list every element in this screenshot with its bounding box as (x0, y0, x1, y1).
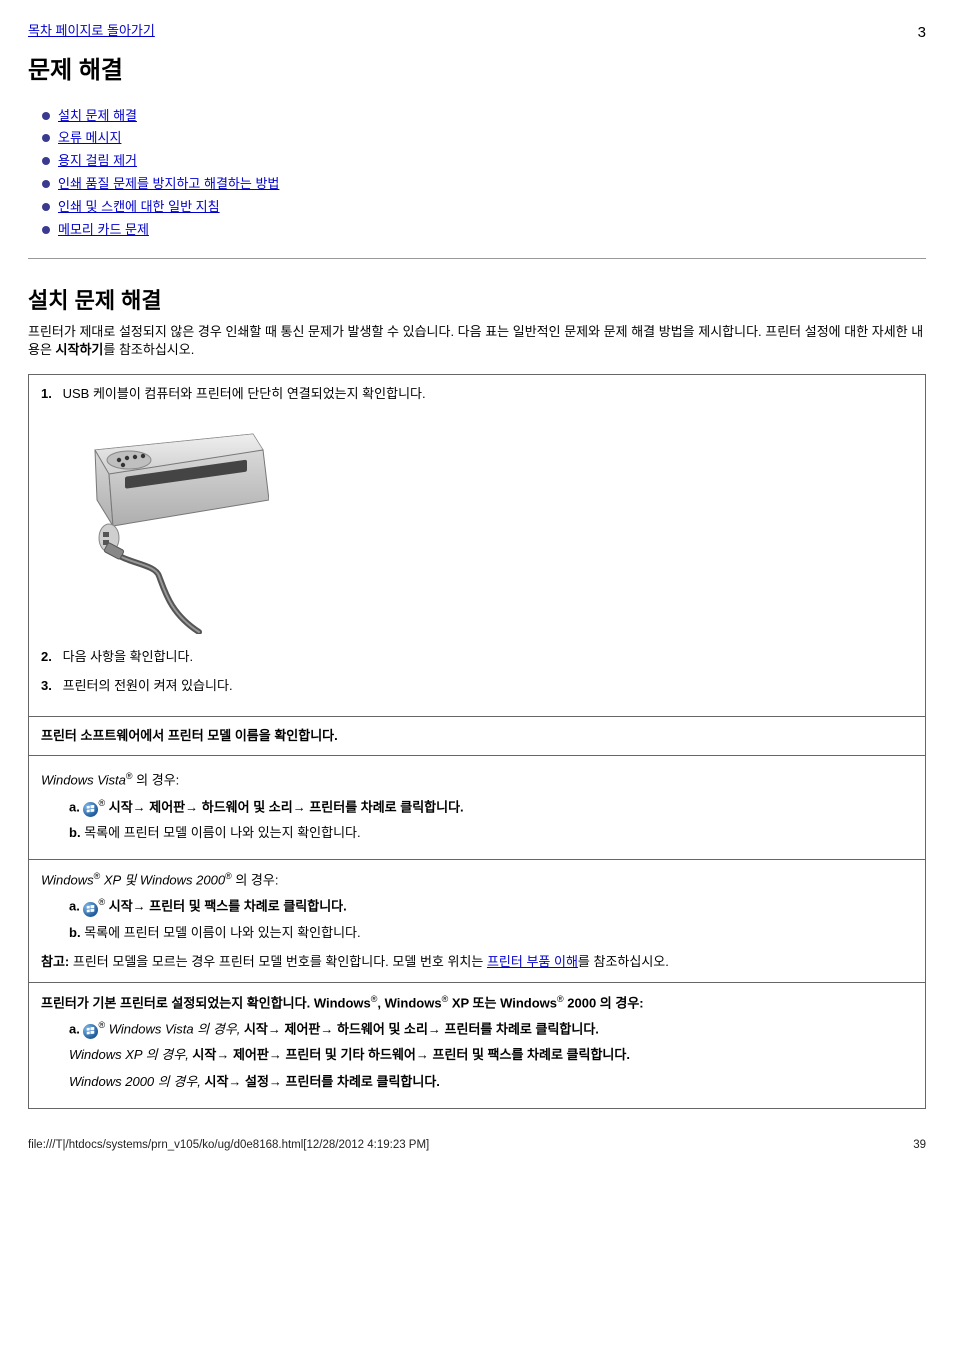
sub-a-default-vista: 시작→ 제어판→ 하드웨어 및 소리→ 프린터를 차례로 클릭합니다. (244, 1021, 599, 1036)
table-of-contents: 설치 문제 해결 오류 메시지 용지 걸림 제거 인쇄 품질 문제를 방지하고 … (28, 107, 926, 240)
note: 참고: 프린터 모델을 모르는 경우 프린터 모델 번호를 확인합니다. 모델 … (41, 953, 913, 972)
toc-item-error[interactable]: 오류 메시지 (58, 130, 121, 145)
sub-b-text: 목록에 프린터 모델 이름이 나와 있는지 확인합니다. (84, 925, 360, 940)
troubleshooting-table: 1. USB 케이블이 컴퓨터와 프린터에 단단히 연결되었는지 확인합니다. (28, 374, 926, 1109)
step-3-num: 3. (41, 677, 59, 696)
substep-a: a. ® 시작→ 제어판→ 하드웨어 및 소리→ 프린터를 차례로 클릭합니다. (69, 797, 913, 817)
footer: file:///T|/htdocs/systems/prn_v105/ko/ug… (28, 1137, 926, 1154)
windows-icon (83, 1024, 98, 1039)
table-row: 1. USB 케이블이 컴퓨터와 프린터에 단단히 연결되었는지 확인합니다. (29, 375, 926, 716)
sub-b-text: 목록에 프린터 모델 이름이 나와 있는지 확인합니다. (84, 825, 360, 840)
windows-icon (83, 802, 98, 817)
sub-a-default-2k-prefix: Windows 2000 의 경우, (69, 1074, 204, 1089)
lead-link-text: 시작하기 (56, 342, 104, 357)
table-row: Windows Vista® 의 경우: a. ® 시작→ 제어판→ 하드웨어 … (29, 756, 926, 860)
step-1-text: USB 케이블이 컴퓨터와 프린터에 단단히 연결되었는지 확인합니다. (63, 386, 426, 401)
step-1: 1. USB 케이블이 컴퓨터와 프린터에 단단히 연결되었는지 확인합니다. (41, 385, 913, 404)
header-row: 목차 페이지로 돌아가기 3 (28, 22, 926, 44)
page-title: 문제 해결 (28, 54, 926, 89)
step-1-num: 1. (41, 385, 59, 404)
sub-a-default-xp: 시작→ 제어판→ 프린터 및 기타 하드웨어→ 프린터 및 팩스를 차례로 클릭… (192, 1047, 630, 1062)
table-row: Windows® XP 및 Windows 2000® 의 경우: a. ® 시… (29, 860, 926, 983)
substep-b: b. 목록에 프린터 모델 이름이 나와 있는지 확인합니다. (69, 923, 913, 943)
windows-icon (83, 902, 98, 917)
xp2k-label-part2: XP 및 Windows 2000 (100, 873, 225, 888)
toc-item-guidelines[interactable]: 인쇄 및 스캔에 대한 일반 지침 (58, 199, 220, 214)
sub-a-vista-text: 시작→ 제어판→ 하드웨어 및 소리→ 프린터를 차례로 클릭합니다. (109, 799, 464, 814)
section-lead: 프린터가 제대로 설정되지 않은 경우 인쇄할 때 통신 문제가 발생할 수 있… (28, 323, 926, 361)
default-header-4: 2000 의 경우: (564, 995, 644, 1010)
substep-default-xp: Windows XP 의 경우, 시작→ 제어판→ 프린터 및 기타 하드웨어→… (69, 1045, 913, 1065)
sub-a-num: a. (69, 799, 80, 814)
sub-b-num: b. (69, 925, 81, 940)
vista-label-italic: Windows Vista (41, 773, 126, 788)
default-printer-header: 프린터가 기본 프린터로 설정되었는지 확인합니다. Windows ® , Win… (41, 993, 913, 1013)
sub-a-default-xp-prefix: Windows XP 의 경우, (69, 1047, 192, 1062)
step-2-num: 2. (41, 648, 59, 667)
sub-a-num: a. (69, 899, 80, 914)
back-to-contents-link[interactable]: 목차 페이지로 돌아가기 (28, 22, 155, 41)
toc-item-setup[interactable]: 설치 문제 해결 (58, 108, 137, 123)
note-body: 프린터 모델을 모르는 경우 프린터 모델 번호를 확인합니다. 모델 번호 위… (69, 954, 487, 969)
registered-symbol: ® (98, 1020, 105, 1030)
substep-b: b. 목록에 프린터 모델 이름이 나와 있는지 확인합니다. (69, 823, 913, 843)
sub-a-xp-text: 시작→ 프린터 및 팩스를 차례로 클릭합니다. (109, 899, 347, 914)
registered-symbol: ® (98, 798, 105, 808)
substep-default-2k: Windows 2000 의 경우, 시작→ 설정→ 프린터를 차례로 클릭합니… (69, 1072, 913, 1092)
section-title: 설치 문제 해결 (28, 285, 926, 317)
default-header-3: XP 또는 Windows (448, 995, 557, 1010)
divider (28, 258, 926, 259)
toc-item-memory-card[interactable]: 메모리 카드 문제 (58, 222, 149, 237)
footer-path: file:///T|/htdocs/systems/prn_v105/ko/ug… (28, 1137, 429, 1154)
check-vista-label: Windows Vista® 의 경우: (41, 770, 913, 790)
substep-a: a. ® 시작→ 프린터 및 팩스를 차례로 클릭합니다. (69, 896, 913, 916)
default-header-2: , Windows (377, 995, 441, 1010)
sub-a-num: a. (69, 1021, 80, 1036)
default-header-1: 프린터가 기본 프린터로 설정되었는지 확인합니다. Windows (41, 995, 371, 1010)
vista-label-tail: 의 경우: (133, 773, 180, 788)
note-suffix: 를 참조하십시오. (578, 954, 669, 969)
lead-suffix: 를 참조하십시오. (103, 342, 194, 357)
xp2k-label-part1: Windows (41, 873, 94, 888)
check-xp2k-label: Windows® XP 및 Windows 2000® 의 경우: (41, 870, 913, 890)
step-2: 2. 다음 사항을 확인합니다. (41, 648, 913, 667)
note-prefix: 참고: (41, 954, 69, 969)
step-3-text: 프린터의 전원이 켜져 있습니다. (63, 678, 233, 693)
sub-a-default-vista-prefix: Windows Vista 의 경우, (109, 1021, 244, 1036)
registered-symbol: ® (557, 994, 564, 1004)
page-number-top: 3 (918, 22, 926, 44)
table-subheader-check-model: 프린터 소프트웨어에서 프린터 모델 이름을 확인합니다. (29, 716, 926, 756)
registered-symbol: ® (225, 871, 232, 881)
registered-symbol: ® (98, 897, 105, 907)
printer-illustration (41, 414, 913, 640)
printer-icon (59, 414, 269, 634)
toc-item-quality[interactable]: 인쇄 품질 문제를 방지하고 해결하는 방법 (58, 176, 279, 191)
table-row: 프린터 소프트웨어에서 프린터 모델 이름을 확인합니다. (29, 716, 926, 756)
xp2k-label-tail: 의 경우: (232, 873, 279, 888)
registered-symbol: ® (126, 771, 133, 781)
footer-page-number: 39 (913, 1137, 926, 1154)
printer-parts-link[interactable]: 프린터 부품 이해 (487, 954, 578, 969)
table-row: 프린터가 기본 프린터로 설정되었는지 확인합니다. Windows ® , Win… (29, 982, 926, 1108)
step-2-text: 다음 사항을 확인합니다. (63, 649, 193, 664)
substep-a-default: a. ® Windows Vista 의 경우, 시작→ 제어판→ 하드웨어 및… (69, 1019, 913, 1039)
sub-a-default-2k: 시작→ 설정→ 프린터를 차례로 클릭합니다. (204, 1074, 439, 1089)
sub-b-num: b. (69, 825, 81, 840)
toc-item-paper-jam[interactable]: 용지 걸림 제거 (58, 153, 137, 168)
step-3: 3. 프린터의 전원이 켜져 있습니다. (41, 677, 913, 696)
